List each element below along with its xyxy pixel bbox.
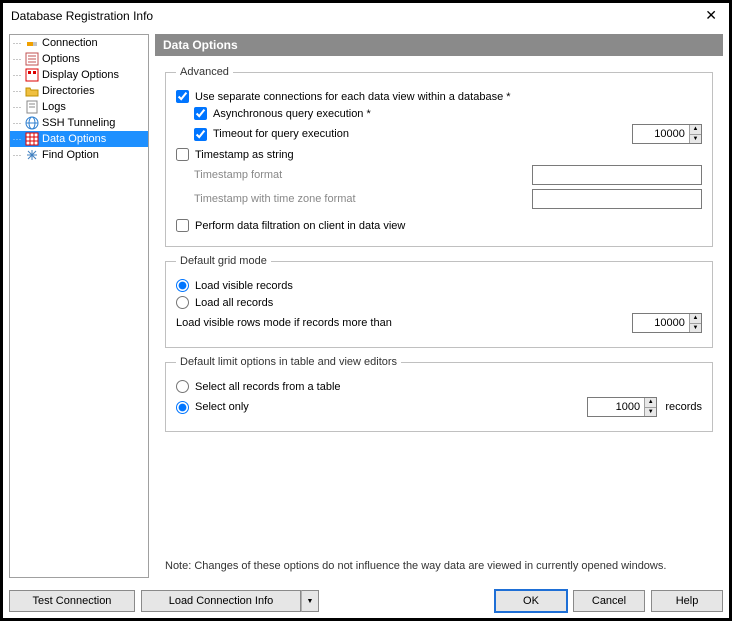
sidebar-item-label: Display Options	[42, 69, 119, 81]
load-all-radio[interactable]	[176, 296, 189, 309]
sidebar-item-label: Find Option	[42, 149, 99, 161]
sidebar-item-connection[interactable]: ⋯ Connection	[10, 35, 148, 51]
sidebar-item-ssh[interactable]: ⋯ SSH Tunneling	[10, 115, 148, 131]
select-all-label: Select all records from a table	[195, 381, 341, 393]
filtration-label: Perform data filtration on client in dat…	[195, 220, 405, 232]
sidebar: ⋯ Connection ⋯ Options ⋯ Display Options…	[9, 34, 149, 578]
help-button[interactable]: Help	[651, 590, 723, 612]
timeout-spinner[interactable]: ▲▼	[689, 125, 701, 143]
spin-down-icon[interactable]: ▼	[690, 135, 701, 144]
timestamp-string-checkbox[interactable]	[176, 148, 189, 161]
sidebar-item-display-options[interactable]: ⋯ Display Options	[10, 67, 148, 83]
spin-down-icon[interactable]: ▼	[690, 324, 701, 333]
sidebar-item-label: SSH Tunneling	[42, 117, 115, 129]
load-visible-radio[interactable]	[176, 279, 189, 292]
advanced-legend: Advanced	[176, 66, 233, 78]
sidebar-item-label: Directories	[42, 85, 95, 97]
timeout-label: Timeout for query execution	[213, 128, 349, 140]
dialog-body: ⋯ Connection ⋯ Options ⋯ Display Options…	[3, 28, 729, 584]
select-only-value[interactable]	[588, 398, 644, 416]
threshold-input[interactable]: ▲▼	[632, 313, 702, 333]
spin-up-icon[interactable]: ▲	[690, 314, 701, 324]
select-only-radio[interactable]	[176, 401, 189, 414]
threshold-label: Load visible rows mode if records more t…	[176, 317, 392, 329]
find-icon	[25, 148, 39, 162]
timestamp-format-input[interactable]	[532, 165, 702, 185]
cancel-button[interactable]: Cancel	[573, 590, 645, 612]
sidebar-item-label: Logs	[42, 101, 66, 113]
grid-icon	[25, 132, 39, 146]
timestamp-tz-label: Timestamp with time zone format	[194, 193, 356, 205]
sidebar-item-data-options[interactable]: ⋯ Data Options	[10, 131, 148, 147]
select-all-radio[interactable]	[176, 380, 189, 393]
threshold-spinner[interactable]: ▲▼	[689, 314, 701, 332]
records-label: records	[665, 401, 702, 413]
use-separate-checkbox[interactable]	[176, 90, 189, 103]
timeout-checkbox[interactable]	[194, 128, 207, 141]
load-connection-button[interactable]: Load Connection Info	[141, 590, 301, 612]
async-query-checkbox[interactable]	[194, 107, 207, 120]
panel-header: Data Options	[155, 34, 723, 56]
globe-icon	[25, 116, 39, 130]
async-query-label: Asynchronous query execution *	[213, 108, 371, 120]
close-icon[interactable]: ✕	[701, 7, 721, 24]
ok-button[interactable]: OK	[495, 590, 567, 612]
select-only-spinner[interactable]: ▲▼	[644, 398, 656, 416]
timestamp-string-label: Timestamp as string	[195, 149, 294, 161]
sidebar-item-directories[interactable]: ⋯ Directories	[10, 83, 148, 99]
dialog-window: Database Registration Info ✕ ⋯ Connectio…	[2, 2, 730, 619]
sidebar-item-options[interactable]: ⋯ Options	[10, 51, 148, 67]
sidebar-item-find-option[interactable]: ⋯ Find Option	[10, 147, 148, 163]
window-title: Database Registration Info	[11, 9, 701, 23]
logs-icon	[25, 100, 39, 114]
spin-down-icon[interactable]: ▼	[645, 408, 656, 417]
display-icon	[25, 68, 39, 82]
test-connection-button[interactable]: Test Connection	[9, 590, 135, 612]
limit-legend: Default limit options in table and view …	[176, 356, 401, 368]
chevron-down-icon: ▼	[307, 598, 314, 605]
timeout-value[interactable]	[633, 125, 689, 143]
threshold-value[interactable]	[633, 314, 689, 332]
note-text: Note: Changes of these options do not in…	[165, 554, 713, 574]
load-connection-dropdown[interactable]: ▼	[301, 590, 319, 612]
sidebar-item-label: Options	[42, 53, 80, 65]
timestamp-tz-input[interactable]	[532, 189, 702, 209]
timeout-input[interactable]: ▲▼	[632, 124, 702, 144]
main-panel: Data Options Advanced Use separate conne…	[155, 34, 723, 578]
use-separate-label: Use separate connections for each data v…	[195, 91, 511, 103]
load-visible-label: Load visible records	[195, 280, 293, 292]
filtration-checkbox[interactable]	[176, 219, 189, 232]
spin-up-icon[interactable]: ▲	[690, 125, 701, 135]
list-icon	[25, 52, 39, 66]
load-all-label: Load all records	[195, 297, 273, 309]
sidebar-item-label: Data Options	[42, 133, 106, 145]
sidebar-item-logs[interactable]: ⋯ Logs	[10, 99, 148, 115]
limit-group: Default limit options in table and view …	[165, 356, 713, 432]
spin-up-icon[interactable]: ▲	[645, 398, 656, 408]
sidebar-item-label: Connection	[42, 37, 98, 49]
title-bar: Database Registration Info ✕	[3, 3, 729, 28]
footer: Test Connection Load Connection Info ▼ O…	[3, 584, 729, 618]
select-only-label: Select only	[195, 401, 249, 413]
grid-mode-legend: Default grid mode	[176, 255, 271, 267]
folder-icon	[25, 84, 39, 98]
panel-content: Advanced Use separate connections for ea…	[155, 56, 723, 578]
advanced-group: Advanced Use separate connections for ea…	[165, 66, 713, 247]
grid-mode-group: Default grid mode Load visible records L…	[165, 255, 713, 348]
select-only-input[interactable]: ▲▼	[587, 397, 657, 417]
plug-icon	[25, 36, 39, 50]
timestamp-format-label: Timestamp format	[194, 169, 282, 181]
